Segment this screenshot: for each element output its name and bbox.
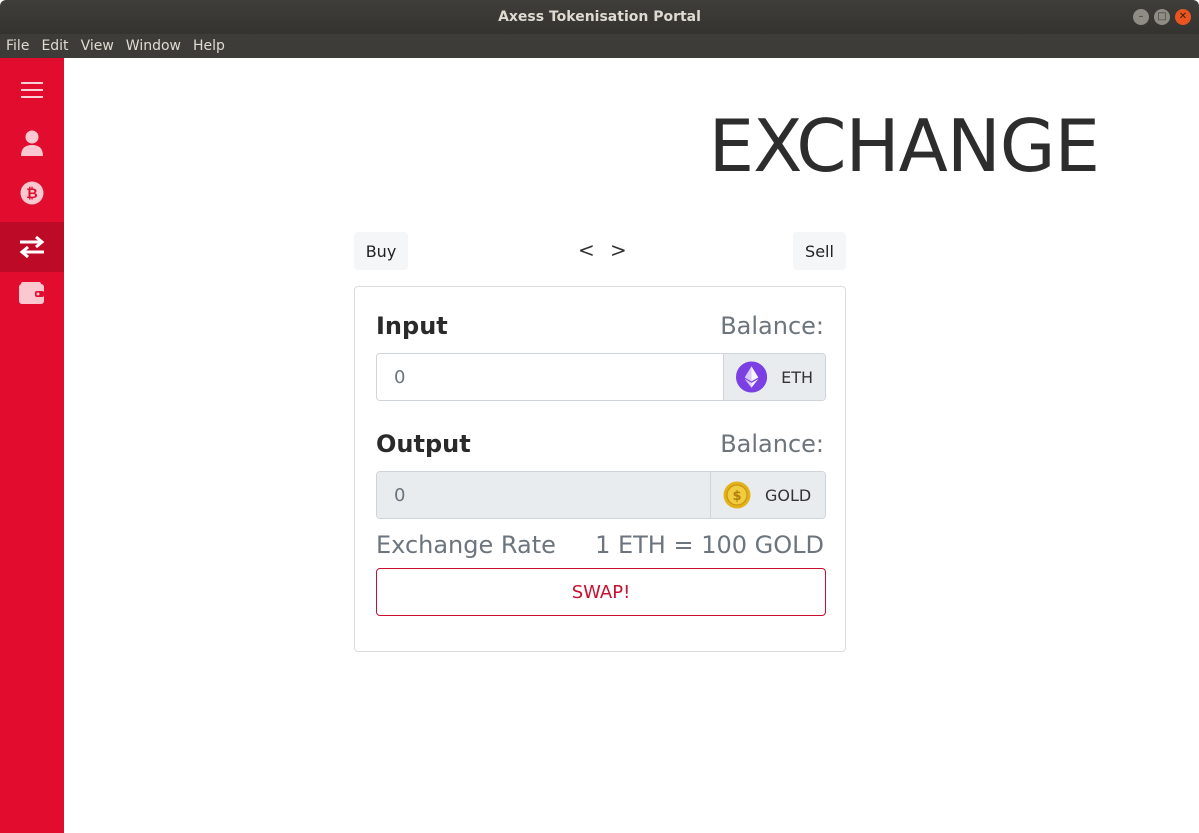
output-balance-label: Balance:: [720, 430, 824, 458]
input-label: Input: [376, 312, 448, 340]
sidebar: ₿: [0, 58, 64, 833]
swap-button[interactable]: SWAP!: [376, 568, 826, 616]
swap-card: Input Balance: ETH Output Balance: $ GOL…: [354, 286, 846, 652]
input-amount-group: ETH: [376, 353, 826, 401]
output-amount-field: [377, 472, 710, 518]
close-icon[interactable]: ✕: [1175, 9, 1191, 25]
sell-button[interactable]: Sell: [793, 232, 846, 270]
menu-bar: File Edit View Window Help: [0, 34, 1199, 58]
buy-button[interactable]: Buy: [354, 232, 408, 270]
svg-text:$: $: [732, 489, 741, 504]
input-token-addon[interactable]: ETH: [723, 354, 825, 400]
sidebar-item-profile[interactable]: [0, 118, 64, 168]
exchange-arrows-icon: [19, 236, 45, 258]
exchange-rate-value: 1 ETH = 100 GOLD: [595, 531, 824, 559]
sidebar-item-tokens[interactable]: ₿: [0, 168, 64, 218]
page-title: EXCHANGE: [708, 104, 1100, 188]
menu-file[interactable]: File: [6, 38, 29, 54]
prev-button[interactable]: <: [578, 238, 595, 262]
output-token-addon[interactable]: $ GOLD: [710, 472, 825, 518]
exchange-rate-label: Exchange Rate: [376, 531, 556, 559]
window-controls: – □ ✕: [1133, 9, 1191, 25]
hamburger-menu-icon: [21, 82, 43, 98]
input-token-symbol: ETH: [781, 367, 813, 387]
sidebar-item-wallet[interactable]: [0, 268, 64, 318]
svg-text:₿: ₿: [26, 186, 37, 202]
input-amount-field[interactable]: [377, 354, 723, 400]
output-token-symbol: GOLD: [765, 485, 812, 505]
minimize-icon[interactable]: –: [1133, 9, 1149, 25]
output-amount-group: $ GOLD: [376, 471, 826, 519]
menu-help[interactable]: Help: [193, 38, 225, 54]
bitcoin-icon: ₿: [20, 181, 44, 205]
menu-view[interactable]: View: [81, 38, 114, 54]
window-titlebar: Axess Tokenisation Portal – □ ✕: [0, 0, 1199, 34]
next-button[interactable]: >: [610, 238, 627, 262]
maximize-icon[interactable]: □: [1154, 9, 1170, 25]
wallet-icon: [19, 282, 44, 304]
ethereum-icon: [736, 361, 768, 393]
window-title: Axess Tokenisation Portal: [498, 9, 701, 25]
menu-window[interactable]: Window: [126, 38, 181, 54]
sidebar-item-menu[interactable]: [0, 65, 64, 115]
gold-coin-icon: $: [723, 481, 751, 509]
output-label: Output: [376, 430, 471, 458]
sidebar-item-exchange[interactable]: [0, 222, 64, 272]
input-balance-label: Balance:: [720, 312, 824, 340]
menu-edit[interactable]: Edit: [41, 38, 68, 54]
user-icon: [21, 130, 43, 156]
